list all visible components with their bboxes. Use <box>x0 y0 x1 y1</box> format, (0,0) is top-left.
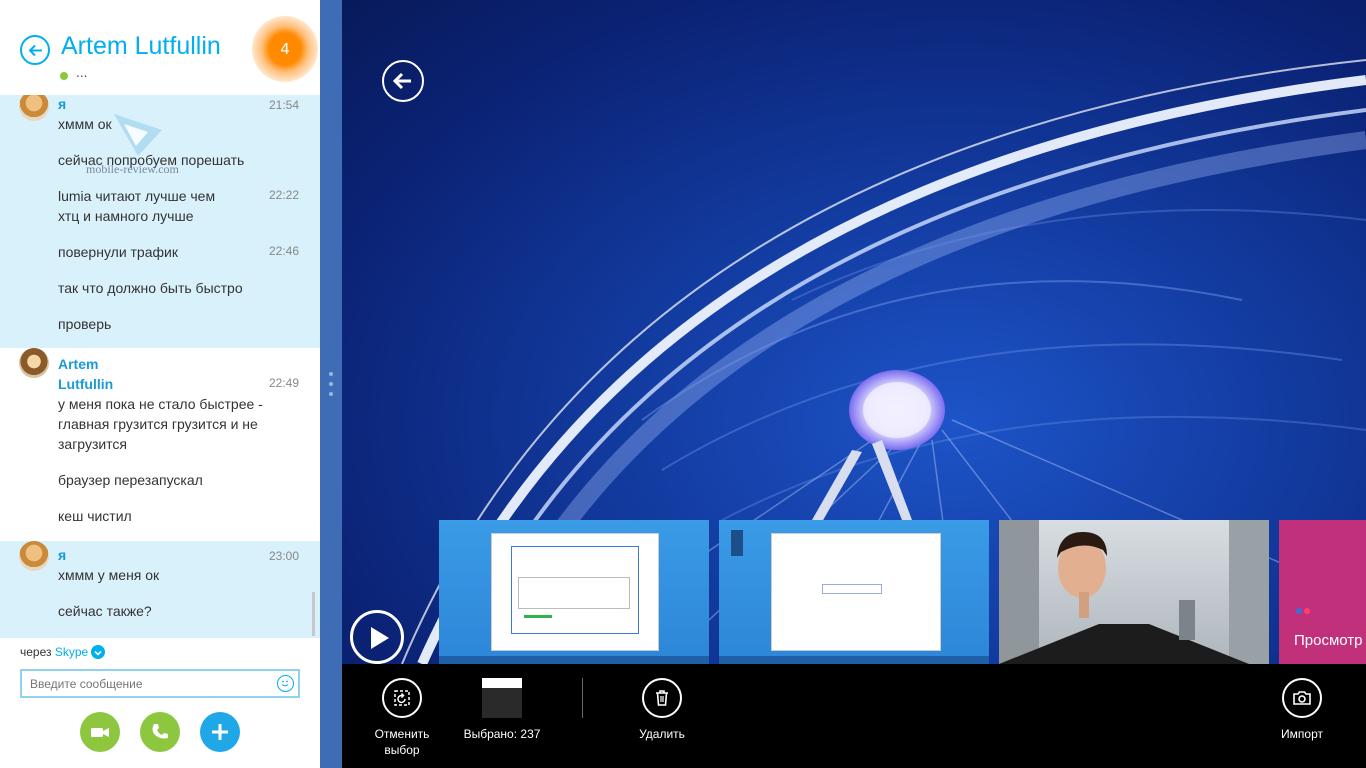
message-group-theirs: Artem Lutfullin 22:49 у меня пока не ста… <box>0 348 320 541</box>
phone-icon <box>152 724 168 739</box>
message-text: у меня пока не стало быстрее - главная г… <box>58 396 263 452</box>
back-button[interactable] <box>20 35 50 65</box>
thumbnail-screenshot[interactable] <box>719 520 989 664</box>
tile-view-label: Просмотр <box>1294 632 1363 649</box>
watermark-logo-icon <box>114 114 162 156</box>
message-text: браузер перезапускал <box>58 472 203 488</box>
message-input-box[interactable] <box>20 669 300 698</box>
delete-label: Удалить <box>639 727 685 741</box>
avatar-me <box>19 541 49 571</box>
presence-online-icon <box>60 72 68 80</box>
import-button[interactable]: Импорт <box>1266 678 1338 742</box>
message-time: 21:54 <box>268 98 299 112</box>
app-bar-separator <box>582 678 583 718</box>
via-service-name[interactable]: Skype <box>55 645 88 659</box>
smiley-icon[interactable] <box>277 675 294 692</box>
splitter-grip-dot <box>329 372 333 376</box>
avatar-me <box>19 95 49 121</box>
watermark-text: mobile-review.com <box>86 162 179 176</box>
camera-import-icon <box>1293 691 1311 705</box>
message-text: lumia читают лучше чем хтц и намного луч… <box>58 188 216 224</box>
message-group-mine: я 23:00 хммм у меня ок сейчас также? <box>0 541 320 638</box>
via-prefix: через <box>20 645 52 659</box>
play-icon <box>371 627 389 649</box>
message-text: сейчас также? <box>58 603 152 619</box>
tile-view-all[interactable]: Просмотр <box>1279 520 1366 664</box>
watermark: mobile-review.com <box>86 108 196 178</box>
import-label: Импорт <box>1281 727 1323 741</box>
contact-name[interactable]: Artem Lutfullin <box>61 32 221 61</box>
voice-call-button[interactable] <box>140 712 180 752</box>
message-text: проверь <box>58 316 112 332</box>
delete-button[interactable]: Удалить <box>626 678 698 742</box>
presence-status-text: ... <box>76 66 88 80</box>
delete-circle <box>642 678 682 718</box>
chevron-down-icon[interactable] <box>91 645 105 659</box>
app-bar: Отменить выбор Выбрано: 237 Удалить Импо… <box>342 664 1366 768</box>
clear-selection-label: Отменить выбор <box>374 727 430 757</box>
video-call-button[interactable] <box>80 712 120 752</box>
thumb-taskbar <box>439 656 709 664</box>
skype-pane: Artem Lutfullin ... 4 я 21:54 хммм ок се… <box>0 0 320 768</box>
selected-count-label: Выбрано: 237 <box>463 727 541 741</box>
clear-selection-button[interactable]: Отменить выбор <box>366 678 438 758</box>
splitter-grip-dot <box>329 382 333 386</box>
tile-dot-icon <box>1304 608 1310 614</box>
add-button[interactable] <box>200 712 240 752</box>
tile-dot-icon <box>1296 608 1302 614</box>
splitter-grip-dot <box>329 392 333 396</box>
message-text: кеш чистил <box>58 508 132 524</box>
thumb-window <box>771 533 941 651</box>
clear-selection-circle <box>382 678 422 718</box>
back-arrow-icon <box>392 72 411 90</box>
message-time: 22:22 <box>268 188 299 202</box>
thumb-dialog <box>511 546 639 634</box>
message-time: 23:00 <box>268 549 299 563</box>
message-sender: я <box>58 96 67 112</box>
video-call-icon <box>91 728 109 737</box>
snap-splitter[interactable] <box>320 0 342 768</box>
plus-icon <box>212 724 228 740</box>
message-text: так что должно быть быстро <box>58 280 243 296</box>
selected-count[interactable]: Выбрано: 237 <box>458 678 546 742</box>
thumb-taskbar <box>719 656 989 664</box>
clear-selection-icon <box>394 690 410 706</box>
avatar-contact <box>19 348 49 378</box>
thumbnail-portrait-photo[interactable] <box>999 520 1269 664</box>
import-circle <box>1282 678 1322 718</box>
conversation-header: Artem Lutfullin ... 4 <box>0 0 320 95</box>
message-text: повернули трафик <box>58 244 178 260</box>
message-sender: Artem Lutfullin <box>58 356 114 392</box>
notification-badge[interactable]: 4 <box>270 34 300 64</box>
portrait-image <box>999 520 1269 664</box>
message-input[interactable] <box>30 675 270 693</box>
back-button[interactable] <box>382 60 424 102</box>
message-text: хммм у меня ок <box>58 567 160 583</box>
message-sender: я <box>58 547 67 563</box>
photos-app: Просмотр Отменить выбор Выбрано: 237 Уда… <box>342 0 1366 768</box>
via-service-selector[interactable]: через Skype <box>20 645 88 659</box>
trash-icon <box>656 690 668 706</box>
selected-thumbnail <box>482 678 522 718</box>
thumbnail-screenshot[interactable] <box>439 520 709 664</box>
message-time: 22:49 <box>268 376 299 390</box>
back-arrow-icon <box>28 44 42 57</box>
slideshow-play-button[interactable] <box>350 610 404 664</box>
message-scrollbar[interactable] <box>312 592 315 636</box>
